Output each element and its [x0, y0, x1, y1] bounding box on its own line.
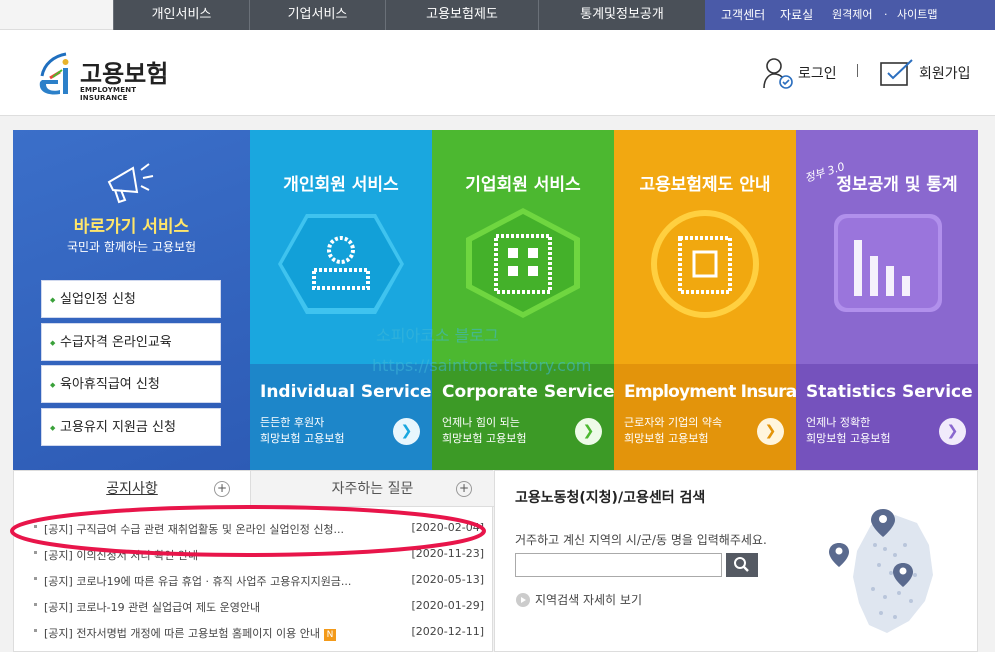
card-insurance-bottom: Employment Insurance 근로자와 기업의 약속 희망보험 고용… [614, 364, 796, 470]
parental-leave-link[interactable]: 육아휴직급여 신청 [41, 365, 221, 404]
notice-date: [2020-05-13] [411, 573, 484, 586]
notice-date: [2020-12-11] [411, 625, 484, 638]
card-corporate-desc2: 희망보험 고용보험 [442, 432, 527, 445]
tab-faq-label: 자주하는 질문 [331, 481, 414, 497]
notice-row[interactable]: [공지] 코로나-19 관련 실업급여 제도 운영안내 [2020-01-29] [34, 597, 484, 617]
site-logo[interactable]: 고용보험 EMPLOYMENT INSURANCE [36, 50, 176, 102]
faq-more-plus-icon[interactable]: + [456, 481, 472, 497]
red-highlight-ellipse [10, 505, 486, 557]
notice-title: [공지] 전자서명법 개정에 따른 고용보험 홈페이지 이용 안내 [44, 627, 320, 640]
quick-service-title: 바로가기 서비스 [73, 217, 190, 237]
row-bullet [34, 603, 37, 606]
row-bullet [34, 577, 37, 580]
join-label: 회원가입 [919, 66, 971, 82]
logo-english-text: EMPLOYMENT INSURANCE [80, 86, 137, 102]
office-search-panel: 고용노동청(지청)/고용센터 검색 거주하고 계신 지역의 시/군/동 명을 입… [494, 470, 978, 652]
nav-company-service[interactable]: 기업서비스 [249, 0, 385, 30]
join-form-icon [880, 59, 913, 86]
corporate-building-icon [466, 208, 580, 318]
nav-personal-service[interactable]: 개인서비스 [113, 0, 249, 30]
notice-more-plus-icon[interactable]: + [214, 481, 230, 497]
office-search-input[interactable] [515, 553, 722, 577]
employment-support-link[interactable]: 고용유지 지원금 신청 [41, 408, 221, 447]
tab-notice-label: 공지사항 [106, 481, 158, 497]
insurance-document-icon [651, 210, 759, 318]
new-badge: N [323, 629, 336, 641]
card-corporate-english: Corporate Service [442, 382, 614, 402]
office-search-title: 고용노동청(지청)/고용센터 검색 [515, 490, 706, 506]
library-link[interactable]: 자료실 [780, 0, 813, 30]
card-corporate-service[interactable]: 기업회원 서비스 Corporate Service 언제나 힘이 되는 희망보… [432, 130, 614, 470]
card-insurance-arrow-icon[interactable]: ❯ [757, 418, 784, 445]
search-icon [734, 557, 749, 572]
card-individual-english: Individual Service [260, 382, 432, 402]
card-individual-service[interactable]: 개인회원 서비스 Individual Service 든든한 후원자 희망보험… [250, 130, 432, 470]
office-search-help: 거주하고 계신 지역의 시/군/동 명을 입력해주세요. [515, 533, 767, 547]
card-individual-arrow-icon[interactable]: ❯ [393, 418, 420, 445]
utility-menu: 고객센터 자료실 원격제어 · 사이트맵 [705, 0, 995, 30]
card-employment-insurance[interactable]: 고용보험제도 안내 Employment Insurance 근로자와 기업의 … [614, 130, 796, 470]
card-statistics-service[interactable]: 정부 3.0 정보공개 및 통계 Statistics Service 언제나 … [796, 130, 978, 470]
logo-korean-text: 고용보험 [80, 60, 169, 88]
region-search-detail-label: 지역검색 자세히 보기 [535, 593, 642, 607]
card-insurance-title: 고용보험제도 안내 [639, 175, 771, 195]
card-corporate-bottom: Corporate Service 언제나 힘이 되는 희망보험 고용보험 ❯ [432, 364, 614, 470]
card-insurance-english: Employment Insurance [624, 382, 796, 402]
login-person-icon [763, 58, 793, 89]
individual-person-icon [278, 214, 404, 314]
notice-title-wrap: [공지] 전자서명법 개정에 따른 고용보험 홈페이지 이용 안내 N [44, 625, 336, 641]
card-individual-title: 개인회원 서비스 [283, 175, 399, 195]
remote-control-link[interactable]: 원격제어 [832, 0, 872, 30]
notice-title: [공지] 코로나-19 관련 실업급여 제도 운영안내 [44, 601, 261, 614]
card-insurance-desc2: 희망보험 고용보험 [624, 432, 709, 445]
card-individual-desc1: 든든한 후원자 [260, 416, 325, 429]
card-individual-bottom: Individual Service 든든한 후원자 희망보험 고용보험 ❯ [250, 364, 432, 470]
customer-center-link[interactable]: 고객센터 [721, 0, 765, 30]
site-header: 고용보험 EMPLOYMENT INSURANCE 로그인 회원가입 [0, 30, 995, 116]
card-statistics-desc2: 희망보험 고용보험 [806, 432, 891, 445]
card-corporate-title: 기업회원 서비스 [465, 175, 581, 195]
notice-row[interactable]: [공지] 코로나19에 따른 유급 휴업 · 휴직 사업주 고용유지지원금...… [34, 571, 484, 591]
login-label: 로그인 [798, 66, 837, 82]
notice-date: [2020-01-29] [411, 599, 484, 612]
play-circle-icon [516, 592, 530, 607]
office-search-button[interactable] [726, 553, 758, 577]
region-search-detail-link[interactable]: 지역검색 자세히 보기 [515, 591, 642, 608]
notice-title: [공지] 코로나19에 따른 유급 휴업 · 휴직 사업주 고용유지지원금... [44, 575, 352, 588]
card-corporate-arrow-icon[interactable]: ❯ [575, 418, 602, 445]
utility-separator: · [884, 8, 888, 21]
watermark-blog-name: 소피아코소 블로그 [376, 326, 499, 345]
card-statistics-arrow-icon[interactable]: ❯ [939, 418, 966, 445]
notice-row[interactable]: [공지] 전자서명법 개정에 따른 고용보험 홈페이지 이용 안내 N [2020… [34, 623, 484, 643]
quick-service-panel: 바로가기 서비스 국민과 함께하는 고용보험 실업인정 신청 수급자격 온라인교… [13, 130, 250, 470]
row-bullet [34, 629, 37, 632]
card-statistics-english: Statistics Service [806, 382, 973, 402]
sitemap-link[interactable]: 사이트맵 [897, 0, 937, 30]
statistics-chart-icon [834, 214, 942, 312]
logo-ei-icon [39, 52, 69, 95]
join-button[interactable]: 회원가입 [879, 56, 971, 90]
top-navigation: 개인서비스 기업서비스 고용보험제도 통계및정보공개 고객센터 자료실 원격제어… [0, 0, 995, 30]
nav-insurance-system[interactable]: 고용보험제도 [385, 0, 538, 30]
quick-service-subtitle: 국민과 함께하는 고용보험 [66, 240, 197, 254]
nav-statistics[interactable]: 통계및정보공개 [538, 0, 705, 30]
online-education-link[interactable]: 수급자격 온라인교육 [41, 323, 221, 362]
card-individual-desc2: 희망보험 고용보험 [260, 432, 345, 445]
notice-panel: 공지사항 + 자주하는 질문 + [공지] 구직급여 수급 관련 재취업활동 및… [10, 470, 494, 652]
card-statistics-title: 정보공개 및 통계 [836, 175, 958, 195]
unemployment-recognition-link[interactable]: 실업인정 신청 [41, 280, 221, 319]
card-corporate-desc1: 언제나 힘이 되는 [442, 416, 520, 429]
card-statistics-bottom: Statistics Service 언제나 정확한 희망보험 고용보험 ❯ [796, 364, 978, 470]
header-divider [857, 64, 858, 77]
watermark-blog-url: https://saintone.tistory.com [372, 356, 592, 375]
card-insurance-desc1: 근로자와 기업의 약속 [624, 416, 723, 429]
top-nav-spacer [0, 0, 113, 30]
megaphone-icon [107, 163, 154, 204]
login-button[interactable]: 로그인 [762, 56, 837, 90]
card-statistics-desc1: 언제나 정확한 [806, 416, 871, 429]
korea-map-icon [829, 509, 933, 633]
